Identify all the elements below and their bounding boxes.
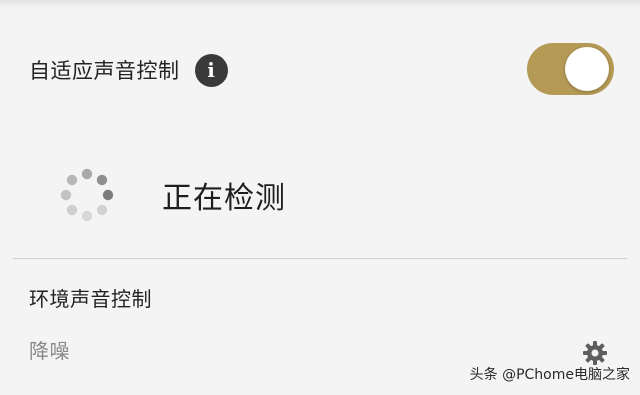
info-icon[interactable]: i	[194, 53, 228, 87]
section-divider	[13, 258, 627, 259]
detecting-status-text: 正在检测	[162, 181, 286, 216]
ambient-sound-control-title: 环境声音控制	[29, 287, 152, 311]
loading-spinner-icon	[60, 168, 114, 222]
adaptive-sound-control-row: 自适应声音控制 i	[29, 50, 228, 90]
adaptive-sound-control-toggle[interactable]	[527, 43, 614, 95]
top-shadow	[0, 0, 640, 8]
gear-icon[interactable]	[582, 340, 608, 366]
toggle-knob	[565, 47, 609, 91]
ambient-mode-value[interactable]: 降噪	[29, 335, 70, 364]
adaptive-sound-control-label: 自适应声音控制	[29, 59, 180, 83]
watermark: 头条 @PChome电脑之家	[469, 367, 630, 383]
